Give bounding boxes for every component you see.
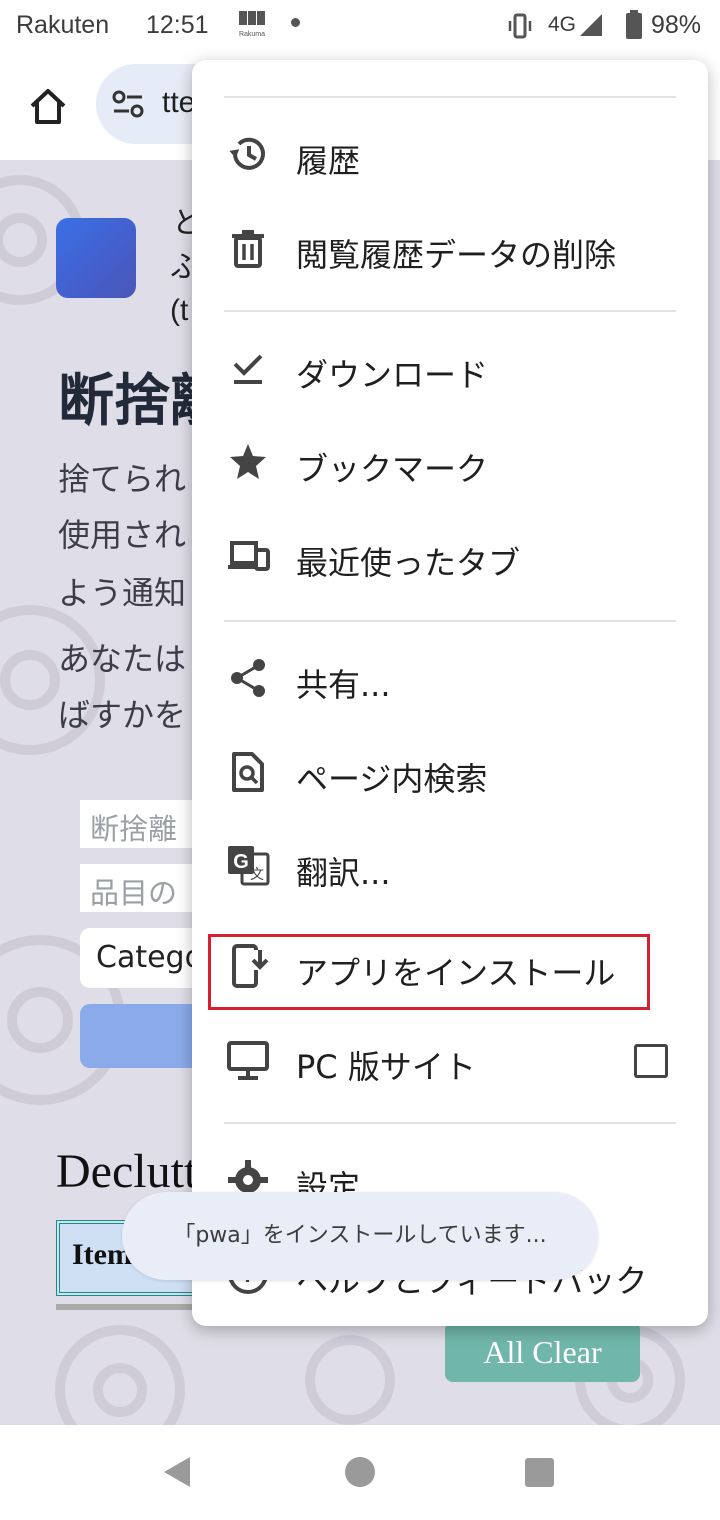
menu-item-find-in-page[interactable]: ページ内検索 bbox=[192, 728, 708, 822]
star-icon bbox=[230, 444, 266, 479]
section-title: Declutt bbox=[56, 1145, 198, 1198]
url-text: tte bbox=[162, 86, 196, 119]
notification-dot bbox=[291, 18, 300, 27]
desktop-icon bbox=[227, 1041, 269, 1080]
recent-apps-icon[interactable] bbox=[525, 1458, 554, 1487]
svg-text:文: 文 bbox=[250, 867, 264, 883]
signal-icon bbox=[580, 14, 602, 36]
menu-divider bbox=[224, 620, 676, 622]
share-icon bbox=[231, 659, 265, 697]
history-icon bbox=[229, 137, 265, 170]
menu-item-clear-browsing-data[interactable]: 閲覧履歴データの削除 bbox=[192, 204, 708, 298]
menu-divider bbox=[224, 310, 676, 312]
translate-icon: G 文 bbox=[228, 846, 270, 886]
menu-item-recent-tabs[interactable]: 最近使ったタブ bbox=[192, 512, 708, 606]
carrier-label: Rakuten bbox=[16, 11, 110, 39]
status-bar: Rakuten 12:51 Rakuma 4G 98% bbox=[0, 0, 720, 52]
menu-item-bookmarks[interactable]: ブックマーク bbox=[192, 418, 708, 512]
menu-item-translate[interactable]: G 文 翻訳... bbox=[192, 822, 708, 916]
menu-item-label: 翻訳... bbox=[296, 854, 391, 892]
menu-divider bbox=[224, 96, 676, 98]
download-done-icon bbox=[233, 354, 263, 384]
back-icon[interactable] bbox=[160, 1455, 194, 1489]
menu-item-label: 閲覧履歴データの削除 bbox=[296, 236, 617, 274]
home-nav-icon[interactable] bbox=[345, 1457, 375, 1487]
find-in-page-icon bbox=[232, 752, 264, 792]
menu-item-downloads[interactable]: ダウンロード bbox=[192, 324, 708, 418]
paragraph-line: あなたは bbox=[58, 640, 187, 678]
menu-divider bbox=[224, 1122, 676, 1124]
desktop-site-checkbox[interactable] bbox=[634, 1044, 668, 1078]
all-clear-button[interactable]: All Clear bbox=[445, 1322, 640, 1382]
menu-item-label: 共有... bbox=[296, 666, 391, 704]
menu-item-label: PC 版サイト bbox=[296, 1048, 476, 1086]
battery-icon bbox=[626, 10, 642, 39]
menu-item-label: ダウンロード bbox=[296, 356, 489, 394]
svg-text:G: G bbox=[233, 851, 249, 873]
system-nav-bar bbox=[0, 1425, 720, 1520]
menu-item-label: 履歴 bbox=[296, 142, 361, 180]
header-text-line: (t bbox=[170, 294, 189, 327]
menu-item-label: ページ内検索 bbox=[296, 760, 488, 798]
rakuma-app-icon: Rakuma bbox=[239, 11, 265, 38]
paragraph-line: ばすかを bbox=[58, 696, 187, 734]
home-icon[interactable] bbox=[26, 84, 70, 128]
site-settings-icon[interactable] bbox=[112, 90, 144, 118]
trash-icon bbox=[232, 230, 264, 268]
install-app-highlight-box bbox=[208, 934, 650, 1010]
network-type: 4G bbox=[548, 13, 577, 36]
devices-icon bbox=[228, 541, 270, 571]
menu-item-share[interactable]: 共有... bbox=[192, 634, 708, 728]
battery-percent: 98% bbox=[651, 11, 702, 39]
menu-item-desktop-site[interactable]: PC 版サイト bbox=[192, 1016, 708, 1110]
site-logo bbox=[56, 218, 136, 298]
clock: 12:51 bbox=[146, 11, 209, 39]
svg-text:Rakuma: Rakuma bbox=[239, 31, 265, 38]
overflow-menu: 履歴 閲覧履歴データの削除 ダウンロード ブックマーク 最近使ったタブ 共有..… bbox=[192, 60, 708, 1326]
vibrate-icon bbox=[508, 13, 532, 39]
menu-item-label: ブックマーク bbox=[296, 450, 489, 488]
install-toast: 「pwa」をインストールしています... bbox=[122, 1192, 598, 1280]
menu-item-label: 最近使ったタブ bbox=[296, 544, 521, 582]
paragraph-line: 捨てられ bbox=[58, 460, 187, 498]
paragraph-line: よう通知 bbox=[58, 574, 187, 612]
paragraph-line: 使用され bbox=[58, 516, 187, 554]
menu-item-history[interactable]: 履歴 bbox=[192, 110, 708, 204]
